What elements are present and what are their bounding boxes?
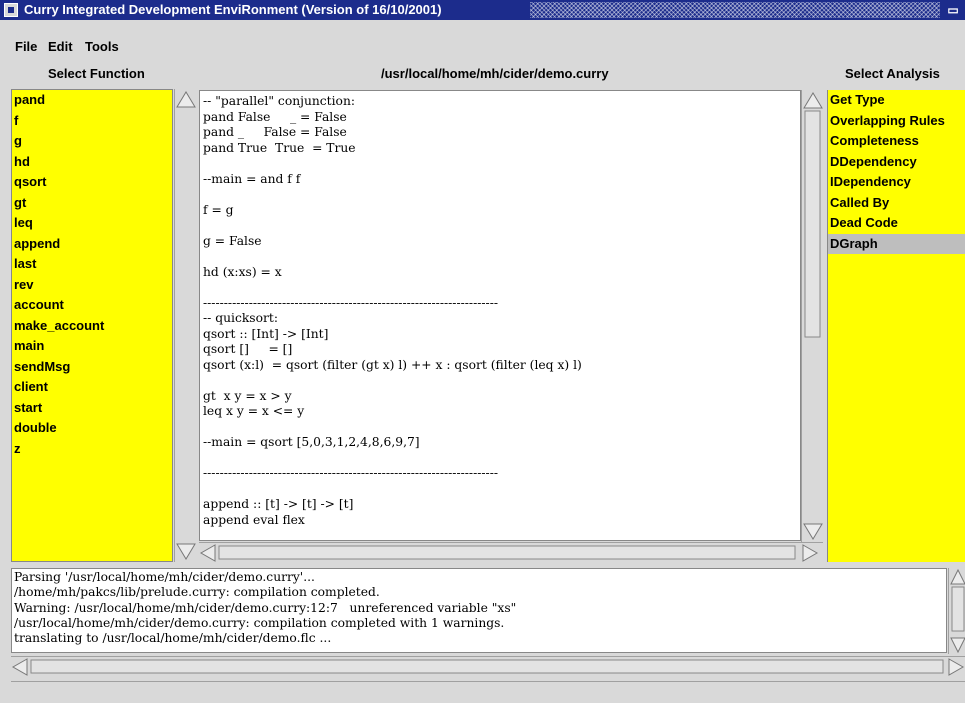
file-path-header: /usr/local/home/mh/cider/demo.curry [381,66,609,81]
analysis-item-get-type[interactable]: Get Type [828,90,965,111]
menu-file[interactable]: File [15,39,37,54]
editor-horizontal-scrollbar[interactable] [199,542,823,562]
menu-bar: File Edit Tools [0,21,965,61]
analysis-item-idependency[interactable]: IDependency [828,172,965,193]
code-line: pand True True = True [203,140,356,155]
code-line: qsort :: [Int] -> [Int] [203,326,329,341]
code-line: ----------------------------------------… [203,295,499,310]
analysis-item-called-by[interactable]: Called By [828,193,965,214]
log-vertical-scrollbar[interactable] [948,568,965,654]
analysis-item-completeness[interactable]: Completeness [828,131,965,152]
function-item-start[interactable]: start [12,398,172,419]
code-line: pand _ False = False [203,125,347,139]
log-line: /usr/local/home/mh/cider/demo.curry: com… [14,615,505,630]
function-list-header: Select Function [48,66,145,81]
function-item-gt[interactable]: gt [12,193,172,214]
log-horizontal-scrollbar[interactable] [11,656,965,676]
function-item-g[interactable]: g [12,131,172,152]
code-line: append eval flex [203,512,305,527]
code-editor[interactable]: -- "parallel" conjunction: pand False _ =… [199,90,801,541]
maximize-icon[interactable]: ▭ [946,3,960,17]
menu-tools[interactable]: Tools [85,39,119,54]
analysis-item-overlapping-rules[interactable]: Overlapping Rules [828,111,965,132]
function-item-sendmsg[interactable]: sendMsg [12,357,172,378]
analysis-item-dead-code[interactable]: Dead Code [828,213,965,234]
log-line: Warning: /usr/local/home/mh/cider/demo.c… [14,600,517,615]
editor-horizontal-scrollbar-arrows [199,544,819,562]
log-line: /home/mh/pakcs/lib/prelude.curry: compil… [14,585,380,600]
function-item-pand[interactable]: pand [12,90,172,111]
code-line: f = g [203,202,234,217]
analysis-item-ddependency[interactable]: DDependency [828,152,965,173]
function-item-main[interactable]: main [12,336,172,357]
code-line: g = False [203,233,262,248]
code-line: leq x y = x <= y [203,404,305,418]
editor-vertical-scrollbar-arrows [803,92,823,540]
code-line: -- "parallel" conjunction: [203,94,356,108]
function-item-append[interactable]: append [12,234,172,255]
code-line: gt x y = x > y [203,388,292,403]
log-output-text: Parsing '/usr/local/home/mh/cider/demo.c… [12,569,946,646]
log-horizontal-scrollbar-arrows [11,658,965,676]
code-line: --main = qsort [5,0,3,1,2,4,8,6,9,7] [203,435,420,449]
window-menu-button[interactable] [4,3,18,17]
code-editor-text[interactable]: -- "parallel" conjunction: pand False _ =… [200,91,800,528]
function-item-rev[interactable]: rev [12,275,172,296]
log-output[interactable]: Parsing '/usr/local/home/mh/cider/demo.c… [11,568,947,653]
window-title: Curry Integrated Development EnviRonment… [24,2,442,17]
log-line: translating to /usr/local/home/mh/cider/… [14,631,332,646]
code-line: qsort (x:l) = qsort (filter (gt x) l) ++… [203,357,582,372]
function-item-last[interactable]: last [12,254,172,275]
function-list[interactable]: pand f g hd qsort gt leq append last rev account ma… [11,89,173,562]
titlebar-stipple [530,2,940,18]
code-line: append :: [t] -> [t] -> [t] [203,497,354,511]
log-line: Parsing '/usr/local/home/mh/cider/demo.c… [14,570,315,584]
code-line: ----------------------------------------… [203,466,499,480]
function-item-make-account[interactable]: make_account [12,316,172,337]
status-bar [11,681,965,703]
function-item-f[interactable]: f [12,111,172,132]
code-line: -- quicksort: [203,311,278,325]
function-item-leq[interactable]: leq [12,213,172,234]
analysis-item-dgraph[interactable]: DGraph [828,233,965,254]
function-item-account[interactable]: account [12,295,172,316]
menu-edit[interactable]: Edit [48,39,73,54]
code-line: --main = and f f [203,171,301,186]
function-list-scrollbar[interactable] [174,89,196,562]
function-list-scrollbar-arrows [176,91,196,560]
log-vertical-scrollbar-arrows [950,568,965,654]
window-titlebar[interactable]: Curry Integrated Development EnviRonment… [0,0,965,20]
function-item-double[interactable]: double [12,418,172,439]
function-item-client[interactable]: client [12,377,172,398]
analysis-list[interactable]: Get Type Overlapping Rules Completeness DDe… [827,90,965,562]
function-item-hd[interactable]: hd [12,152,172,173]
code-line: qsort [] = [] [203,342,293,356]
code-line: hd (x:xs) = x [203,264,282,279]
code-line: pand False _ = False [203,109,347,124]
function-item-qsort[interactable]: qsort [12,172,172,193]
function-item-z[interactable]: z [12,439,172,460]
editor-vertical-scrollbar[interactable] [801,90,823,542]
analysis-list-header: Select Analysis [845,66,940,81]
